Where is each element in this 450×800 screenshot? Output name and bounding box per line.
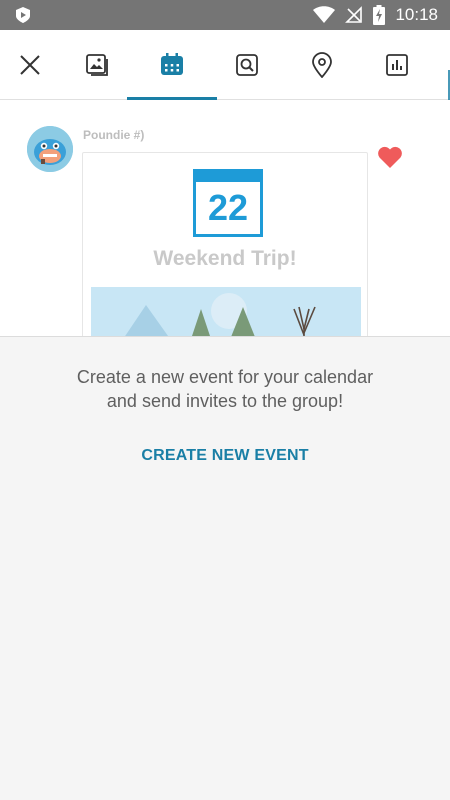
status-time: 10:18 <box>395 5 438 24</box>
event-title: Weekend Trip! <box>153 247 297 270</box>
photo-icon <box>86 54 108 76</box>
tab-location[interactable] <box>292 30 352 100</box>
location-pin-icon <box>312 52 332 78</box>
calendar-icon <box>161 53 183 75</box>
no-signal-icon <box>345 6 363 23</box>
landscape-icon <box>125 293 316 336</box>
battery-charging-icon <box>373 5 386 25</box>
attachment-toolbar <box>0 30 450 120</box>
tab-poll[interactable] <box>367 30 427 100</box>
app-badge-icon <box>16 7 30 23</box>
search-icon <box>236 54 258 76</box>
event-calendar-graphic: 22 <box>193 169 263 237</box>
status-bar: 10:18 <box>0 0 450 30</box>
wifi-icon <box>313 6 336 23</box>
create-new-event-button[interactable]: CREATE NEW EVENT <box>125 443 325 469</box>
event-day: 22 <box>207 187 249 228</box>
avatar[interactable] <box>27 126 73 172</box>
landscape-illustration <box>91 287 361 336</box>
poster-name: Poundie #) <box>83 128 145 142</box>
tab-search[interactable] <box>217 30 277 100</box>
close-button[interactable] <box>0 30 60 100</box>
event-post: Poundie #) 22 Weekend Trip! <box>0 100 450 336</box>
poll-icon <box>386 54 408 76</box>
close-icon <box>20 55 40 75</box>
poundie-avatar-icon <box>27 126 73 172</box>
tab-calendar[interactable] <box>127 30 217 100</box>
tab-photo[interactable] <box>67 30 127 100</box>
create-event-sheet: Create a new event for your calendar and… <box>0 336 450 800</box>
heart-icon[interactable] <box>377 145 403 169</box>
create-event-description: Create a new event for your calendar and… <box>76 367 374 411</box>
event-card[interactable]: 22 Weekend Trip! <box>82 152 368 336</box>
